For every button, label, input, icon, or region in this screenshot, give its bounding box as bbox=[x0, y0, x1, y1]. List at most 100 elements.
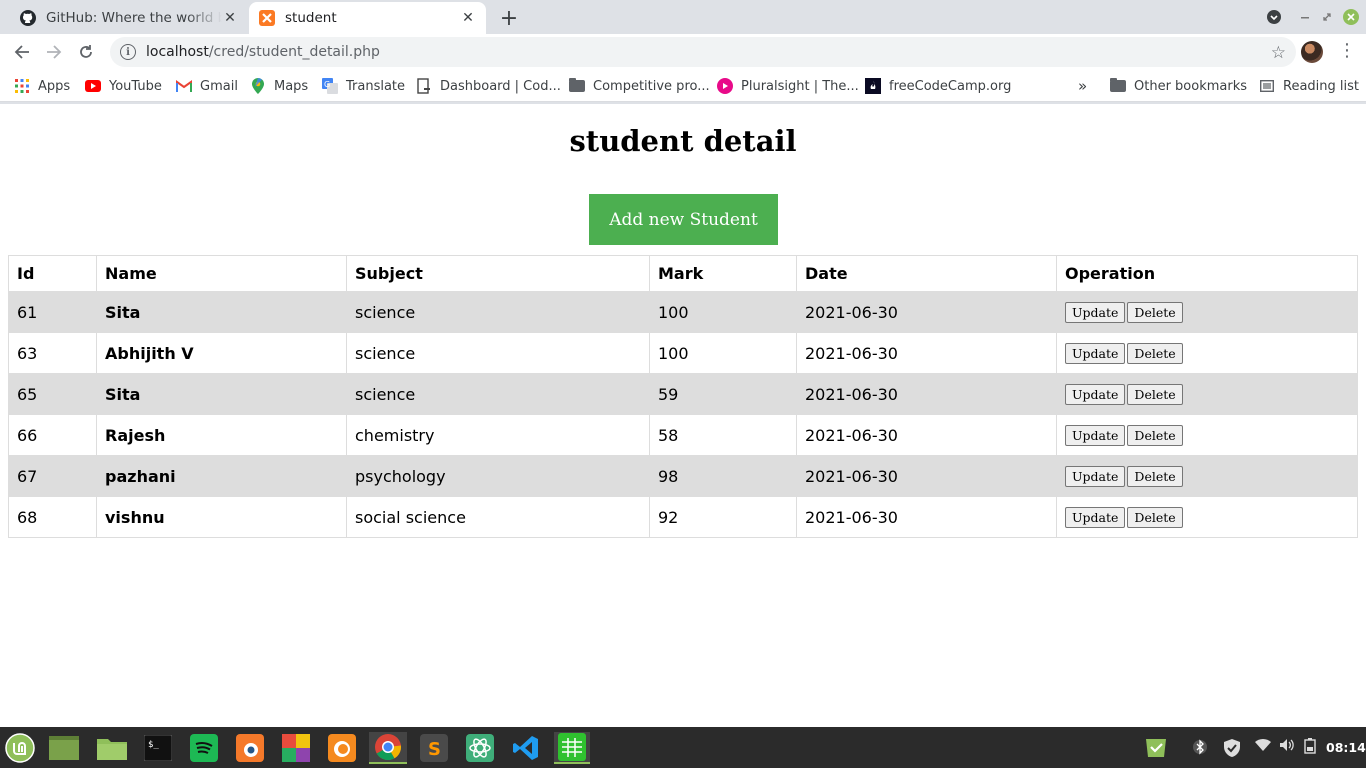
tab-strip: GitHub: Where the world builds software … bbox=[0, 0, 1366, 34]
reload-icon[interactable] bbox=[73, 39, 99, 65]
svg-text:G: G bbox=[324, 80, 330, 89]
cell-id: 61 bbox=[8, 291, 97, 333]
menu-icon[interactable]: ⋮ bbox=[1338, 40, 1356, 61]
files-icon[interactable] bbox=[96, 732, 128, 764]
url-host: localhost bbox=[146, 44, 209, 60]
bookmark-pluralsight[interactable]: Pluralsight | The... bbox=[717, 77, 859, 95]
table-row: 67 pazhani psychology 98 2021-06-30 Update Del… bbox=[8, 455, 1358, 497]
mint-menu-icon[interactable] bbox=[4, 732, 36, 764]
bookmark-competitive[interactable]: Competitive pro... bbox=[569, 77, 710, 95]
color-app-icon[interactable] bbox=[280, 732, 312, 764]
update-button[interactable]: Update bbox=[1065, 383, 1126, 405]
new-tab-icon[interactable]: + bbox=[497, 6, 521, 31]
bookmark-label: freeCodeCamp.org bbox=[889, 78, 1012, 94]
tab-github[interactable]: GitHub: Where the world builds software … bbox=[10, 2, 248, 34]
taskbar: $_ S 08:14 bbox=[0, 727, 1366, 768]
update-manager-icon[interactable] bbox=[1143, 735, 1169, 759]
atom-icon[interactable] bbox=[464, 732, 496, 764]
bookmark-label: YouTube bbox=[109, 78, 162, 94]
forward-icon[interactable] bbox=[41, 39, 67, 65]
student-table: Id Name Subject Mark Date Operation 61 Si… bbox=[8, 255, 1358, 538]
cell-id: 65 bbox=[8, 373, 97, 415]
table-row: 61 Sita science 100 2021-06-30 Update Delete bbox=[8, 291, 1358, 333]
cell-mark: 59 bbox=[649, 373, 797, 415]
column-header-id: Id bbox=[8, 255, 97, 292]
bookmark-dashboard[interactable]: Dashboard | Cod... bbox=[416, 77, 561, 95]
cell-mark: 58 bbox=[649, 414, 797, 456]
close-icon[interactable]: ✕ bbox=[222, 10, 238, 26]
delete-button[interactable]: Delete bbox=[1127, 424, 1183, 446]
cell-id: 67 bbox=[8, 455, 97, 497]
cell-date: 2021-06-30 bbox=[796, 496, 1057, 538]
cell-date: 2021-06-30 bbox=[796, 455, 1057, 497]
svg-text:$_: $_ bbox=[148, 740, 159, 750]
close-icon[interactable]: ✕ bbox=[460, 10, 476, 26]
delete-button[interactable]: Delete bbox=[1127, 301, 1183, 323]
window-close-icon[interactable] bbox=[1342, 8, 1360, 26]
gmail-icon bbox=[176, 78, 192, 94]
tab-search-icon[interactable] bbox=[1266, 8, 1282, 26]
cell-mark: 98 bbox=[649, 455, 797, 497]
blender-icon[interactable] bbox=[234, 732, 266, 764]
cell-id: 66 bbox=[8, 414, 97, 456]
bookmark-other[interactable]: Other bookmarks bbox=[1110, 77, 1247, 95]
github-icon bbox=[20, 10, 36, 26]
spreadsheet-icon[interactable] bbox=[554, 732, 590, 764]
info-icon[interactable]: i bbox=[120, 44, 136, 60]
minimize-icon[interactable] bbox=[1298, 8, 1312, 26]
star-icon[interactable]: ☆ bbox=[1271, 43, 1286, 63]
cell-name: vishnu bbox=[96, 496, 347, 538]
bookmark-label: Other bookmarks bbox=[1134, 78, 1248, 94]
bookmark-translate[interactable]: G Translate bbox=[322, 77, 405, 95]
bookmark-label: Reading list bbox=[1283, 78, 1359, 94]
show-desktop-icon[interactable] bbox=[48, 732, 80, 764]
tab-student[interactable]: student ✕ bbox=[249, 2, 486, 34]
cell-name: Abhijith V bbox=[96, 332, 347, 374]
terminal-icon[interactable]: $_ bbox=[142, 732, 174, 764]
battery-icon[interactable] bbox=[1304, 738, 1316, 754]
update-button[interactable]: Update bbox=[1065, 506, 1126, 528]
delete-button[interactable]: Delete bbox=[1127, 465, 1183, 487]
reading-list[interactable]: Reading list bbox=[1259, 77, 1359, 95]
bluetooth-icon[interactable] bbox=[1193, 738, 1207, 756]
bookmark-gmail[interactable]: Gmail bbox=[176, 77, 238, 95]
back-icon[interactable] bbox=[9, 39, 35, 65]
wifi-icon[interactable] bbox=[1255, 738, 1271, 752]
delete-button[interactable]: Delete bbox=[1127, 383, 1183, 405]
bookmark-label: Apps bbox=[38, 78, 71, 94]
bookmarks-bar: Apps YouTube Gmail Maps G Translate Dash… bbox=[0, 70, 1366, 102]
bookmark-label: Gmail bbox=[200, 78, 238, 94]
xampp-icon bbox=[259, 10, 275, 26]
folder-icon bbox=[569, 78, 585, 94]
bookmark-freecodecamp[interactable]: freeCodeCamp.org bbox=[865, 77, 1011, 95]
profile-avatar[interactable] bbox=[1301, 41, 1323, 63]
bookmark-youtube[interactable]: YouTube bbox=[85, 77, 162, 95]
cell-date: 2021-06-30 bbox=[796, 332, 1057, 374]
tab-title: GitHub: Where the world builds software bbox=[46, 10, 222, 26]
spotify-icon[interactable] bbox=[188, 732, 220, 764]
freecodecamp-icon bbox=[865, 78, 881, 94]
bookmark-apps[interactable]: Apps bbox=[14, 77, 70, 95]
update-button[interactable]: Update bbox=[1065, 424, 1126, 446]
delete-button[interactable]: Delete bbox=[1127, 342, 1183, 364]
sublime-text-icon[interactable]: S bbox=[418, 732, 450, 764]
folder-icon bbox=[1110, 78, 1126, 94]
chrome-icon[interactable] bbox=[369, 732, 407, 764]
volume-icon[interactable] bbox=[1279, 738, 1295, 752]
bookmark-maps[interactable]: Maps bbox=[250, 77, 308, 95]
address-bar[interactable]: i localhost/cred/student_detail.php ☆ bbox=[110, 37, 1296, 67]
restore-icon[interactable] bbox=[1320, 8, 1334, 26]
shield-icon[interactable] bbox=[1222, 738, 1242, 758]
update-button[interactable]: Update bbox=[1065, 301, 1126, 323]
vscode-icon[interactable] bbox=[510, 732, 542, 764]
apps-grid-icon bbox=[14, 78, 30, 94]
update-button[interactable]: Update bbox=[1065, 465, 1126, 487]
firefox-icon[interactable] bbox=[326, 732, 358, 764]
clock[interactable]: 08:14 bbox=[1326, 740, 1366, 755]
update-button[interactable]: Update bbox=[1065, 342, 1126, 364]
svg-text:S: S bbox=[428, 739, 441, 760]
delete-button[interactable]: Delete bbox=[1127, 506, 1183, 528]
add-new-student-button[interactable]: Add new Student bbox=[589, 194, 778, 245]
browser-toolbar: i localhost/cred/student_detail.php ☆ ⋮ bbox=[0, 34, 1366, 70]
bookmarks-overflow-icon[interactable]: » bbox=[1078, 77, 1087, 95]
